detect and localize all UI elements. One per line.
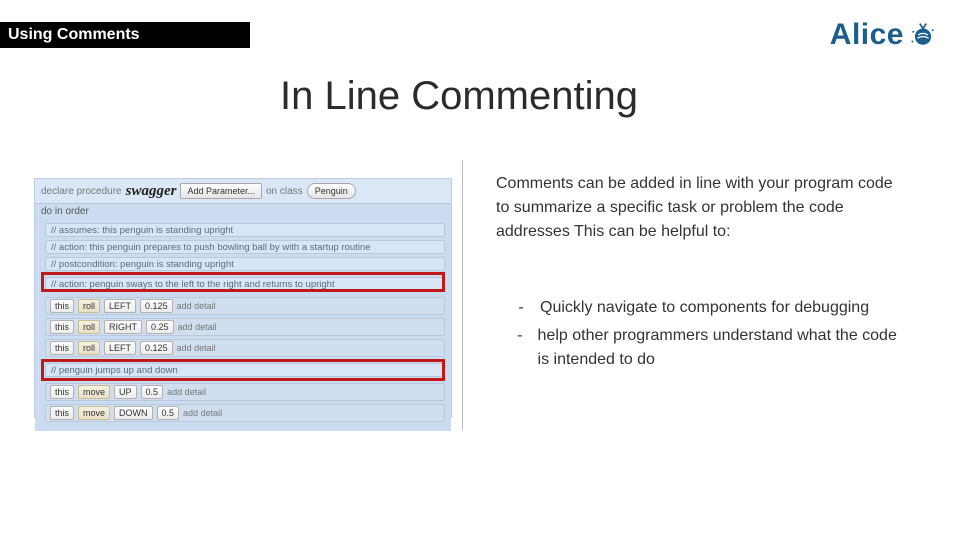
add-detail-label[interactable]: add detail xyxy=(177,301,216,311)
add-detail-label[interactable]: add detail xyxy=(167,387,206,397)
token-arg: DOWN xyxy=(114,406,153,420)
token-arg: LEFT xyxy=(104,299,136,313)
statement-row[interactable]: this roll LEFT 0.125 add detail xyxy=(45,297,445,315)
list-item: - Quickly navigate to components for deb… xyxy=(516,296,900,320)
comment-tile[interactable]: // action: this penguin prepares to push… xyxy=(45,240,445,254)
on-class-label: on class xyxy=(266,186,303,197)
bullet-marker: - xyxy=(516,324,524,372)
procedure-header-row: declare procedure swagger Add Parameter.… xyxy=(35,179,451,203)
declare-keyword: declare procedure xyxy=(41,186,122,197)
add-detail-label[interactable]: add detail xyxy=(178,322,217,332)
alice-bee-icon xyxy=(910,22,936,48)
bullet-text: Quickly navigate to components for debug… xyxy=(540,296,869,320)
token-verb: move xyxy=(78,385,110,399)
comment-tile[interactable]: // action: penguin sways to the left to … xyxy=(45,277,445,291)
logo-text: Alice xyxy=(830,18,904,52)
token-this: this xyxy=(50,320,74,334)
list-item: - help other programmers understand what… xyxy=(516,324,900,372)
comment-tile[interactable]: // postcondition: penguin is standing up… xyxy=(45,257,445,271)
add-detail-label[interactable]: add detail xyxy=(177,343,216,353)
code-body: // assumes: this penguin is standing upr… xyxy=(35,219,451,431)
token-arg: LEFT xyxy=(104,341,136,355)
comment-tile[interactable]: // assumes: this penguin is standing upr… xyxy=(45,223,445,237)
slide-title: In Line Commenting xyxy=(280,74,638,119)
statement-row[interactable]: this roll LEFT 0.125 add detail xyxy=(45,339,445,357)
token-this: this xyxy=(50,385,74,399)
bullet-marker: - xyxy=(516,296,526,320)
procedure-name: swagger xyxy=(126,183,177,200)
token-verb: move xyxy=(78,406,110,420)
token-arg: 0.25 xyxy=(146,320,174,334)
vertical-divider xyxy=(462,160,463,430)
token-arg: 0.5 xyxy=(157,406,180,420)
token-arg: 0.125 xyxy=(140,341,173,355)
statement-row[interactable]: this move DOWN 0.5 add detail xyxy=(45,404,445,422)
token-verb: roll xyxy=(78,320,100,334)
token-arg: 0.125 xyxy=(140,299,173,313)
class-pill[interactable]: Penguin xyxy=(307,183,356,199)
comment-tile[interactable]: // penguin jumps up and down xyxy=(45,363,445,377)
token-this: this xyxy=(50,341,74,355)
bullet-list: - Quickly navigate to components for deb… xyxy=(516,296,900,376)
section-badge: Using Comments xyxy=(0,22,250,48)
do-in-order-label: do in order xyxy=(35,203,451,219)
token-this: this xyxy=(50,406,74,420)
statement-row[interactable]: this roll RIGHT 0.25 add detail xyxy=(45,318,445,336)
token-arg: 0.5 xyxy=(141,385,164,399)
section-badge-label: Using Comments xyxy=(8,26,140,44)
token-verb: roll xyxy=(78,299,100,313)
intro-paragraph: Comments can be added in line with your … xyxy=(496,172,896,244)
statement-row[interactable]: this move UP 0.5 add detail xyxy=(45,383,445,401)
add-detail-label[interactable]: add detail xyxy=(183,408,222,418)
code-editor-screenshot: declare procedure swagger Add Parameter.… xyxy=(34,178,452,418)
token-arg: UP xyxy=(114,385,137,399)
token-this: this xyxy=(50,299,74,313)
bullet-text: help other programmers understand what t… xyxy=(538,324,900,372)
token-arg: RIGHT xyxy=(104,320,142,334)
logo: Alice xyxy=(830,18,936,52)
token-verb: roll xyxy=(78,341,100,355)
add-parameter-button[interactable]: Add Parameter... xyxy=(180,183,262,199)
